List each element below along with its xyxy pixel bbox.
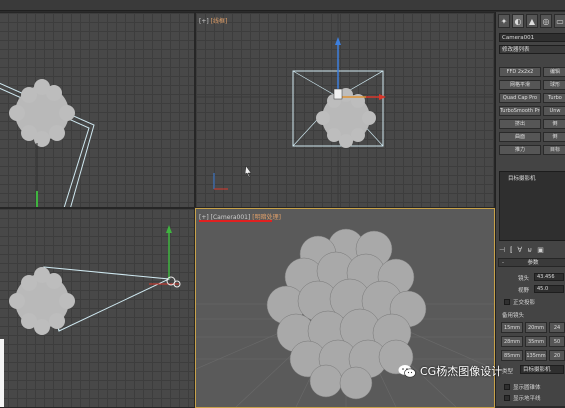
lens-50mm-button[interactable]: 50: [549, 336, 565, 347]
command-panel: ✦ ◐ ▲ ◎ ▭ Camera001 修改器列表 FFD 2x2x2 编辑 网…: [495, 12, 565, 406]
lens-label: 镜头: [518, 276, 530, 282]
panel-tabs: ✦ ◐ ▲ ◎ ▭: [498, 14, 565, 28]
stock-lenses-label: 备用镜头: [502, 313, 525, 319]
modifier-list-dropdown[interactable]: 修改器列表: [499, 45, 565, 54]
modifier-button[interactable]: 推力: [499, 145, 541, 155]
fov-spinner[interactable]: 45.0: [534, 285, 564, 293]
modifier-button[interactable]: Turbo: [543, 93, 565, 103]
wechat-logo-icon: [398, 365, 416, 378]
show-horizon-label: 显示地平线: [513, 396, 541, 402]
stack-toolbar: ⊣ ⫿ ∀ ⊌ ▣: [499, 244, 565, 256]
modifier-button[interactable]: 曲面: [499, 132, 541, 142]
sphere-cluster-bottom-left: [9, 267, 75, 335]
lens-35mm-button[interactable]: 35mm: [525, 336, 547, 347]
modifier-stack[interactable]: 目标摄影机: [499, 171, 565, 241]
modifier-button[interactable]: 网格平滑: [499, 80, 541, 90]
sphere-cluster-top-left: [9, 79, 75, 147]
lens-28mm-button[interactable]: 28mm: [501, 336, 523, 347]
modifier-button[interactable]: Quad Cap Pro: [499, 93, 541, 103]
show-cone-label: 显示圆锥体: [513, 385, 541, 391]
top-left-scene: [0, 79, 95, 207]
show-horizon-checkbox[interactable]: [504, 395, 510, 401]
ortho-label: 正交投影: [513, 300, 536, 306]
viewport-bottom-left[interactable]: [0, 208, 195, 408]
modifier-button[interactable]: 目标: [543, 145, 565, 155]
bottom-left-scene: [0, 225, 181, 407]
modifier-button[interactable]: Unw: [543, 106, 565, 116]
lens-spinner[interactable]: 43.456: [534, 273, 564, 281]
motion-tab-icon[interactable]: ◎: [540, 14, 552, 28]
modifier-button[interactable]: 编辑: [543, 67, 565, 77]
create-tab-icon[interactable]: ✦: [498, 14, 510, 28]
modifier-button[interactable]: TurboSmooth Pro: [499, 106, 541, 116]
remove-modifier-icon[interactable]: ⊌: [527, 246, 532, 254]
top-right-scene: [196, 13, 494, 207]
lens-15mm-button[interactable]: 15mm: [501, 322, 523, 333]
make-unique-icon[interactable]: ∀: [517, 246, 522, 254]
watermark: CG杨杰图像设计: [398, 360, 502, 382]
params-rollout-header[interactable]: - 参数: [498, 258, 565, 267]
type-label: 类型: [502, 369, 514, 375]
modify-tab-icon[interactable]: ◐: [512, 14, 524, 28]
configure-sets-icon[interactable]: ▣: [537, 246, 544, 254]
viewport-top-left[interactable]: [0, 12, 195, 208]
modifier-button[interactable]: 倒: [543, 132, 565, 142]
modifier-button[interactable]: 倒: [543, 119, 565, 129]
stack-item[interactable]: 目标摄影机: [508, 174, 536, 182]
pin-stack-icon[interactable]: ⊣: [499, 246, 505, 254]
lens-135mm-button[interactable]: 135mm: [525, 350, 547, 361]
modifier-button[interactable]: 挤出: [499, 119, 541, 129]
camera-type-dropdown[interactable]: 目标摄影机: [520, 365, 564, 374]
show-end-result-icon[interactable]: ⫿: [510, 246, 512, 255]
lens-200mm-button[interactable]: 20: [549, 350, 565, 361]
object-name-field[interactable]: Camera001: [499, 33, 565, 42]
lens-24mm-button[interactable]: 24: [549, 322, 565, 333]
viewport-top-right[interactable]: [+] [线框]: [195, 12, 495, 208]
lens-20mm-button[interactable]: 20mm: [525, 322, 547, 333]
modifier-button[interactable]: FFD 2x2x2: [499, 67, 541, 77]
top-toolbar: [0, 0, 565, 11]
watermark-text: CG杨杰图像设计: [420, 365, 503, 378]
hierarchy-tab-icon[interactable]: ▲: [526, 14, 538, 28]
show-cone-checkbox[interactable]: [504, 384, 510, 390]
fov-label: 视野: [518, 288, 530, 294]
modifier-button[interactable]: 球形: [543, 80, 565, 90]
ortho-checkbox[interactable]: [504, 299, 510, 305]
lens-85mm-button[interactable]: 85mm: [501, 350, 523, 361]
display-tab-icon[interactable]: ▭: [554, 14, 565, 28]
